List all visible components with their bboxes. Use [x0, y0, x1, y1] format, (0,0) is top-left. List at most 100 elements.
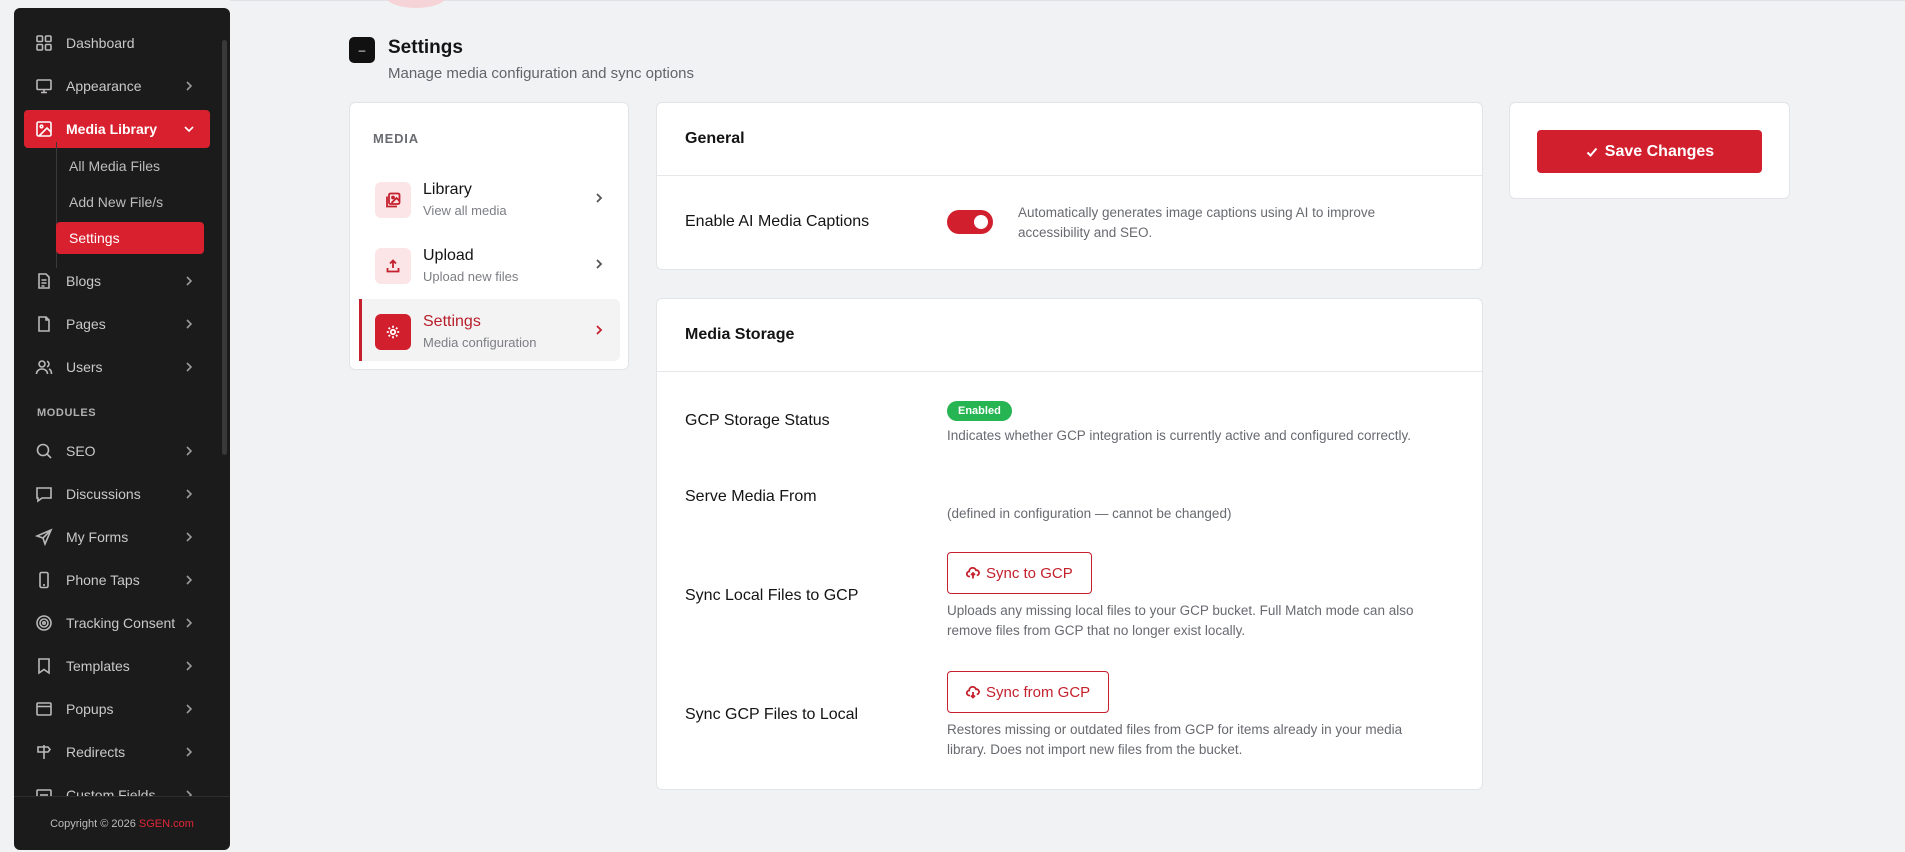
media-menu-item-subtitle: Media configuration: [423, 335, 537, 350]
phone-icon: [34, 570, 54, 590]
chevron-right-icon: [592, 323, 606, 342]
chevron-right-icon: [592, 191, 606, 210]
sidebar-item-label: Blogs: [66, 273, 102, 289]
sidebar-item-custom-fields[interactable]: Custom Fields: [24, 776, 210, 796]
status-badge: Enabled: [947, 401, 1012, 421]
ai-captions-description-line: accessibility and SEO.: [1018, 225, 1153, 240]
sync-from-gcp-button-label: Sync from GCP: [986, 683, 1091, 701]
users-icon: [34, 357, 54, 377]
sidebar-item-label: My Forms: [66, 529, 129, 545]
ai-captions-label: Enable AI Media Captions: [685, 213, 870, 230]
save-changes-button[interactable]: Save Changes: [1537, 130, 1762, 173]
sidebar-scrollbar[interactable]: [222, 40, 227, 455]
target-icon: [34, 613, 54, 633]
cloud-download-icon: [966, 685, 980, 699]
chevron-right-icon: [182, 745, 196, 759]
sidebar-item-label: Templates: [66, 658, 130, 674]
sidebar-item-label: Phone Taps: [66, 572, 140, 588]
chevron-right-icon: [182, 360, 196, 374]
sidebar-item-tracking-consent[interactable]: Tracking Consent: [24, 604, 210, 642]
sidebar-subitem-all-media[interactable]: All Media Files: [56, 150, 204, 182]
chevron-right-icon: [182, 788, 196, 796]
sync-to-gcp-button-label: Sync to GCP: [986, 564, 1073, 582]
sync-from-gcp-description: Restores missing or outdated files from …: [947, 720, 1402, 760]
media-menu-item-title: Settings: [423, 313, 481, 330]
sidebar-item-label: Media Library: [66, 121, 158, 137]
send-icon: [34, 527, 54, 547]
sidebar-item-pages[interactable]: Pages: [24, 305, 210, 343]
sidebar-item-redirects[interactable]: Redirects: [24, 733, 210, 771]
serve-media-description: (defined in configuration — cannot be ch…: [947, 506, 1232, 521]
collapse-icon[interactable]: –: [349, 37, 375, 63]
media-menu-item-title: Upload: [423, 247, 474, 264]
cloud-upload-icon: [966, 566, 980, 579]
page-icon: [34, 314, 54, 334]
sync-from-gcp-description-line: library. Does not import new files from …: [947, 742, 1243, 757]
page-subtitle: Manage media configuration and sync opti…: [388, 65, 695, 82]
ai-captions-description: Automatically generates image captions u…: [1018, 203, 1375, 243]
save-changes-label: Save Changes: [1604, 142, 1715, 160]
sidebar-item-label: Users: [66, 359, 103, 375]
ai-captions-toggle[interactable]: [947, 210, 993, 234]
chevron-right-icon: [182, 274, 196, 288]
sidebar-subitem-settings[interactable]: Settings: [56, 222, 204, 254]
sidebar-item-label: Redirects: [66, 744, 126, 760]
sync-from-gcp-button[interactable]: Sync from GCP: [947, 671, 1110, 713]
gcp-status-description: Indicates whether GCP integration is cur…: [947, 428, 1411, 443]
general-card-title: General: [657, 103, 1482, 176]
sidebar-item-discussions[interactable]: Discussions: [24, 475, 210, 513]
sidebar-item-popups[interactable]: Popups: [24, 690, 210, 728]
chevron-right-icon: [182, 659, 196, 673]
sync-to-gcp-button[interactable]: Sync to GCP: [947, 552, 1092, 594]
media-menu-item-settings[interactable]: Settings Media configuration: [359, 299, 620, 361]
chat-icon: [34, 484, 54, 504]
sidebar-item-media-library[interactable]: Media Library: [24, 110, 210, 148]
sync-to-gcp-description: Uploads any missing local files to your …: [947, 601, 1413, 641]
check-icon: [1586, 147, 1598, 157]
sidebar-item-dashboard[interactable]: Dashboard: [24, 24, 210, 62]
sidebar-item-my-forms[interactable]: My Forms: [24, 518, 210, 556]
sidebar-item-label: Tracking Consent: [66, 615, 176, 631]
sidebar-subitem-add-new[interactable]: Add New File/s: [56, 186, 204, 218]
library-icon: [375, 182, 411, 218]
general-settings-card: General Enable AI Media Captions Automat…: [656, 102, 1483, 270]
sidebar-item-templates[interactable]: Templates: [24, 647, 210, 685]
copyright-text: Copyright © 2026: [50, 817, 139, 830]
search-icon: [34, 441, 54, 461]
sidebar-section-label: MODULES: [37, 407, 97, 419]
gear-icon: [375, 314, 411, 350]
sidebar-subitem-label: Add New File/s: [69, 194, 164, 210]
brand-link[interactable]: SGEN.com: [139, 818, 194, 830]
media-menu-item-library[interactable]: Library View all media: [359, 167, 620, 229]
sidebar-scroll-area: Dashboard Appearance Media Library All M…: [14, 8, 230, 796]
chevron-right-icon: [182, 702, 196, 716]
media-menu-item-subtitle: View all media: [423, 203, 507, 218]
sidebar-item-blogs[interactable]: Blogs: [24, 262, 210, 300]
chevron-right-icon: [182, 616, 196, 630]
ai-captions-description-line: Automatically generates image captions u…: [1018, 205, 1376, 220]
media-menu-item-title: Library: [423, 181, 472, 198]
sidebar-subitem-label: Settings: [69, 230, 120, 246]
gcp-status-label: GCP Storage Status: [685, 412, 830, 429]
sidebar-item-appearance[interactable]: Appearance: [24, 67, 210, 105]
sidebar-footer: Copyright © 2026 SGEN.com: [14, 796, 230, 850]
media-menu-item-subtitle: Upload new files: [423, 269, 519, 284]
page-title: Settings: [388, 37, 463, 58]
media-menu-item-upload[interactable]: Upload Upload new files: [359, 233, 620, 295]
sidebar-item-label: Appearance: [66, 78, 142, 94]
top-border: [230, 0, 1905, 1]
chevron-down-icon: [182, 122, 196, 136]
window-icon: [34, 699, 54, 719]
chevron-right-icon: [182, 487, 196, 501]
chevron-right-icon: [592, 257, 606, 276]
sidebar-item-phone-taps[interactable]: Phone Taps: [24, 561, 210, 599]
sidebar-item-seo[interactable]: SEO: [24, 432, 210, 470]
chevron-right-icon: [182, 444, 196, 458]
sidebar-subitem-label: All Media Files: [69, 158, 161, 174]
grid-icon: [34, 33, 54, 53]
media-menu-card: MEDIA Library View all media Upload Uplo…: [349, 102, 629, 370]
chevron-right-icon: [182, 530, 196, 544]
sync-from-gcp-label: Sync GCP Files to Local: [685, 706, 859, 723]
sidebar: Dashboard Appearance Media Library All M…: [14, 8, 230, 850]
sidebar-item-users[interactable]: Users: [24, 348, 210, 386]
